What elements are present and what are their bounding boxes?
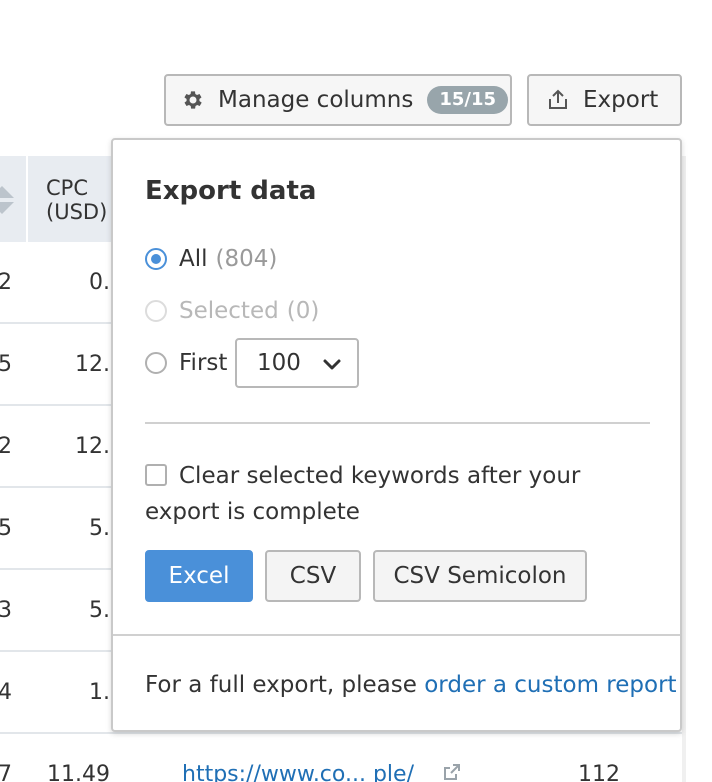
columns-count-badge: 15/15 — [427, 86, 508, 114]
scrollbar-track[interactable] — [682, 156, 686, 782]
footer-note: For a full export, please order a custom… — [145, 672, 677, 698]
table-cell-cpc: 12. — [75, 352, 110, 377]
table-cell-cpc: 11.49 — [47, 762, 110, 782]
radio-first[interactable]: First — [145, 350, 227, 376]
table-cell: 112 — [578, 762, 620, 782]
sort-up-icon — [0, 186, 14, 198]
table-cell: 5 — [0, 516, 12, 541]
url-link[interactable]: https://www.co... ple/ — [182, 762, 414, 782]
column-header-cpc[interactable]: CPC (USD) — [46, 176, 107, 224]
table-cell: 3 — [0, 598, 12, 623]
radio-button-checked[interactable] — [145, 248, 167, 270]
radio-selected[interactable]: Selected (0) — [145, 298, 319, 324]
export-button[interactable]: Export — [527, 74, 682, 126]
table-row[interactable]: 7 11.49 https://www.co... ple/ 112 — [0, 734, 682, 782]
sort-column-header[interactable] — [0, 156, 28, 242]
sort-down-icon — [0, 202, 14, 214]
table-cell: 7 — [0, 762, 12, 782]
table-cell: 2 — [0, 270, 12, 295]
radio-all-label: All — [179, 246, 208, 272]
footer-text: For a full export, please — [145, 672, 425, 698]
upload-icon — [545, 87, 571, 113]
first-count-select[interactable]: 100 — [235, 338, 359, 388]
radio-button[interactable] — [145, 352, 167, 374]
export-data-popup: Export data All (804) Selected (0) First… — [111, 138, 682, 732]
table-cell-cpc: 12. — [75, 434, 110, 459]
radio-all-count: (804) — [215, 246, 278, 272]
csv-button[interactable]: CSV — [265, 550, 361, 602]
clear-selection-label: Clear selected keywords after your expor… — [145, 463, 581, 525]
table-cell: 5 — [0, 352, 12, 377]
table-cell-cpc: 5. — [89, 516, 110, 541]
manage-columns-label: Manage columns — [218, 87, 414, 113]
radio-all[interactable]: All (804) — [145, 246, 277, 272]
custom-report-link[interactable]: order a custom report — [424, 672, 676, 698]
chevron-down-icon — [321, 353, 343, 381]
first-count-value: 100 — [257, 350, 301, 376]
excel-button[interactable]: Excel — [145, 550, 253, 602]
gear-icon — [180, 87, 206, 113]
divider — [145, 422, 650, 424]
radio-selected-count: (0) — [286, 298, 320, 324]
table-cell-cpc: 0. — [89, 270, 110, 295]
popup-title: Export data — [145, 176, 317, 206]
table-cell: 2 — [0, 434, 12, 459]
external-link-icon[interactable] — [442, 762, 462, 782]
radio-selected-label: Selected — [179, 298, 279, 324]
export-label: Export — [583, 87, 659, 113]
divider — [113, 634, 680, 636]
manage-columns-button[interactable]: Manage columns 15/15 — [164, 74, 512, 126]
table-cell-cpc: 5. — [89, 598, 110, 623]
clear-selection-checkbox[interactable] — [145, 464, 167, 486]
clear-selection-option[interactable]: Clear selected keywords after your expor… — [145, 458, 655, 530]
radio-button[interactable] — [145, 300, 167, 322]
csv-semicolon-button[interactable]: CSV Semicolon — [373, 550, 587, 602]
table-cell-cpc: 1. — [89, 680, 110, 705]
radio-first-label: First — [179, 350, 228, 376]
table-cell: 4 — [0, 680, 12, 705]
